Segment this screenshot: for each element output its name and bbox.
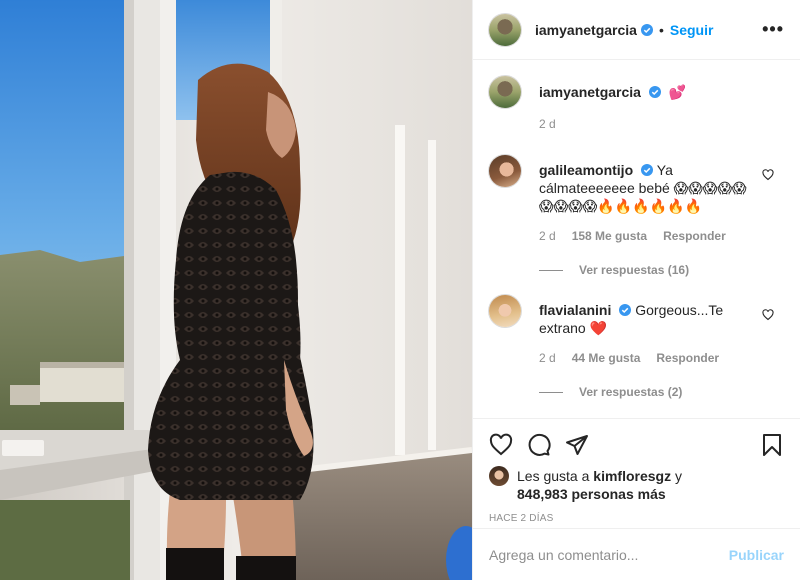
more-options-icon[interactable]: ••• bbox=[762, 19, 784, 40]
likes-conj: y bbox=[674, 468, 682, 484]
publish-button[interactable]: Publicar bbox=[729, 547, 784, 563]
comment-input[interactable] bbox=[489, 546, 729, 563]
likes-prefix: Les gusta a bbox=[517, 468, 590, 484]
caption-username[interactable]: iamyanetgarcia bbox=[539, 84, 641, 100]
avatar[interactable] bbox=[489, 466, 509, 486]
action-bar: Les gusta a kimfloresgz y 848,983 person… bbox=[473, 418, 800, 524]
comment-age[interactable]: 2 d bbox=[539, 349, 556, 367]
avatar[interactable] bbox=[489, 295, 521, 327]
avatar[interactable] bbox=[489, 76, 521, 108]
view-replies-button[interactable]: Ver respuestas (2) bbox=[539, 385, 784, 399]
comment: flavialanini Gorgeous...Te extrano ❤️ 2 … bbox=[489, 295, 784, 367]
likes-summary[interactable]: Les gusta a kimfloresgz y 848,983 person… bbox=[489, 466, 784, 503]
photo-illustration bbox=[0, 0, 472, 580]
post-timestamp[interactable]: HACE 2 DÍAS bbox=[489, 513, 784, 524]
avatar[interactable] bbox=[489, 155, 521, 187]
author-username[interactable]: iamyanetgarcia bbox=[535, 22, 637, 38]
liker-username[interactable]: kimfloresgz bbox=[593, 468, 671, 484]
post-photo[interactable] bbox=[0, 0, 472, 580]
avatar[interactable] bbox=[489, 13, 521, 46]
likes-others[interactable]: 848,983 personas más bbox=[517, 486, 666, 502]
post-header: iamyanetgarcia • Seguir ••• bbox=[473, 0, 800, 60]
view-replies-label: Ver respuestas (2) bbox=[579, 385, 683, 399]
caption: iamyanetgarcia 💕 2 d bbox=[489, 76, 784, 133]
heart-icon[interactable] bbox=[762, 169, 774, 181]
bookmark-icon[interactable] bbox=[760, 433, 784, 457]
comment-icon[interactable] bbox=[527, 433, 551, 457]
caption-age[interactable]: 2 d bbox=[539, 115, 556, 133]
view-replies-button[interactable]: Ver respuestas (16) bbox=[539, 263, 784, 277]
follow-button[interactable]: Seguir bbox=[670, 22, 714, 38]
heart-icon[interactable] bbox=[489, 433, 513, 457]
comment: galileamontijo Ya cálmateeeeeee bebé 😱😱😱… bbox=[489, 155, 784, 245]
heart-icon[interactable] bbox=[762, 309, 774, 321]
verified-badge-icon bbox=[648, 86, 661, 98]
separator: • bbox=[658, 21, 664, 38]
comment-age[interactable]: 2 d bbox=[539, 227, 556, 245]
post-sidebar: iamyanetgarcia • Seguir ••• iamyanetgarc… bbox=[472, 0, 800, 580]
caption-text: 💕 bbox=[668, 84, 687, 100]
replies-divider bbox=[539, 391, 563, 393]
verified-badge-icon bbox=[641, 164, 654, 176]
comment-likes[interactable]: 44 Me gusta bbox=[572, 349, 641, 367]
view-replies-label: Ver respuestas (16) bbox=[579, 263, 690, 277]
share-icon[interactable] bbox=[565, 433, 589, 457]
add-comment-bar: Publicar bbox=[473, 528, 800, 580]
comment-username[interactable]: galileamontijo bbox=[539, 162, 633, 178]
reply-button[interactable]: Responder bbox=[656, 349, 719, 367]
comment-likes[interactable]: 158 Me gusta bbox=[572, 227, 647, 245]
verified-badge-icon bbox=[619, 304, 632, 316]
replies-divider bbox=[539, 269, 563, 271]
verified-badge-icon bbox=[640, 23, 653, 36]
reply-button[interactable]: Responder bbox=[663, 227, 726, 245]
comments-list[interactable]: iamyanetgarcia 💕 2 d galileamontijo Ya c… bbox=[473, 60, 800, 418]
comment-username[interactable]: flavialanini bbox=[539, 302, 611, 318]
